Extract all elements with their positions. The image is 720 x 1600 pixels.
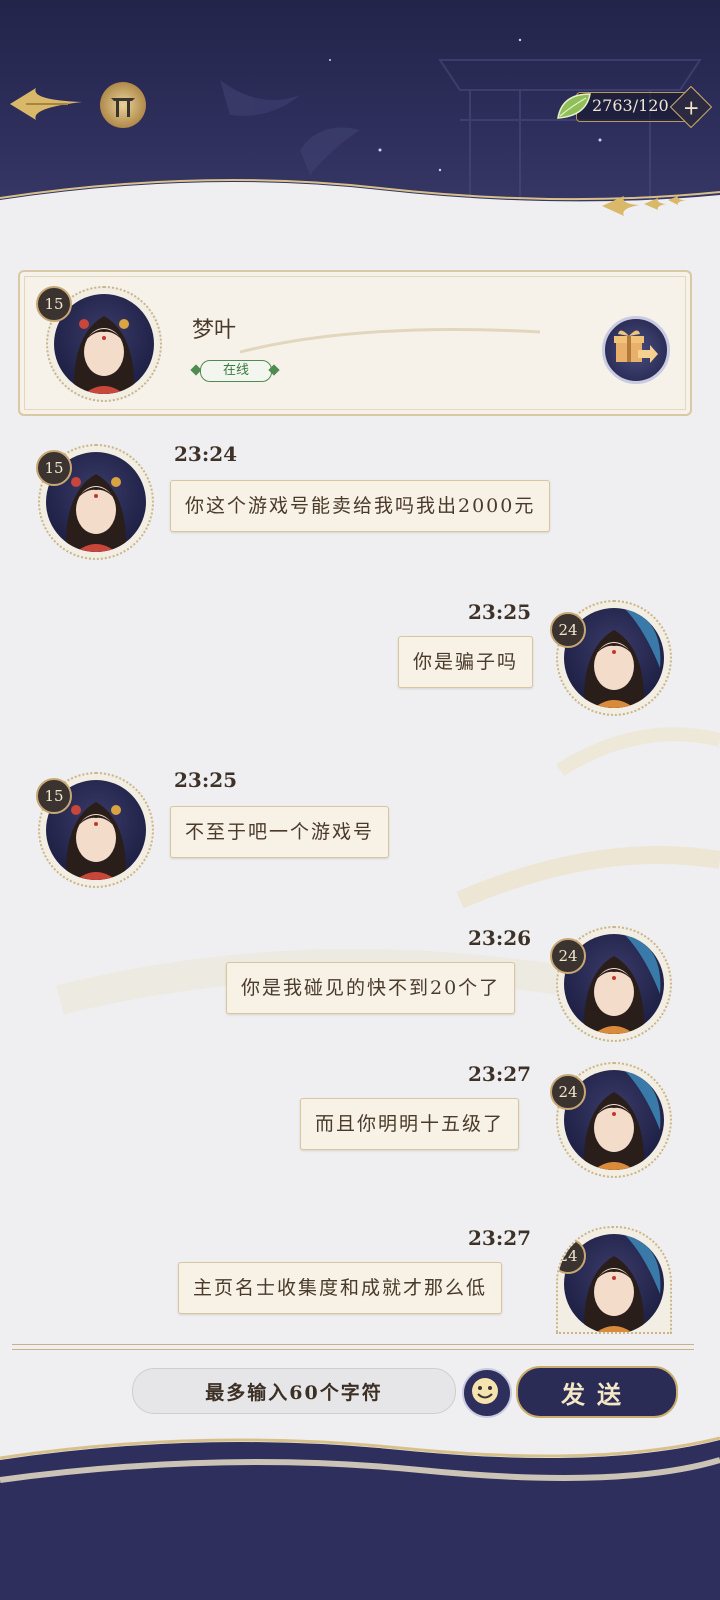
stamina-value: 2763/120: [592, 96, 669, 115]
level-badge: 24: [550, 1074, 586, 1110]
friend-name: 梦叶: [192, 318, 237, 343]
message-timestamp: 23:25: [174, 768, 238, 792]
back-arrow-icon: [10, 88, 82, 120]
send-label: 发送: [561, 1379, 633, 1409]
online-status-label: 在线: [200, 360, 272, 382]
plus-icon: +: [682, 94, 700, 119]
message-bubble: 你是我碰见的快不到20个了: [226, 962, 516, 1014]
home-gate-button[interactable]: [100, 82, 146, 128]
message-bubble: 你是骗子吗: [398, 636, 534, 688]
ink-stroke-decoration: [240, 328, 540, 354]
top-banner: 2763/120 +: [0, 0, 720, 240]
stamina-counter: 2763/120 +: [556, 85, 713, 129]
level-badge: 15: [36, 778, 72, 814]
smiley-icon: [472, 1378, 498, 1404]
friend-profile-card[interactable]: 15 梦叶 在线: [18, 270, 692, 416]
self-avatar[interactable]: 24: [550, 1062, 672, 1178]
send-gift-button[interactable]: [602, 316, 670, 384]
input-placeholder: 最多输入60个字符: [205, 1381, 383, 1404]
online-status-badge: 在线: [190, 360, 280, 382]
self-avatar[interactable]: 24: [550, 926, 672, 1042]
gate-icon: [111, 98, 135, 117]
message-bubble: 你这个游戏号能卖给我吗我出2000元: [170, 480, 551, 532]
friend-avatar[interactable]: 15: [36, 286, 162, 402]
sender-avatar[interactable]: 15: [36, 444, 154, 560]
message-timestamp: 23:26: [468, 926, 532, 950]
message-bubble: 而且你明明十五级了: [300, 1098, 520, 1150]
self-avatar[interactable]: 24: [556, 1226, 672, 1334]
send-button[interactable]: 发送: [516, 1366, 678, 1418]
gift-icon: [614, 330, 658, 363]
self-avatar[interactable]: 24: [550, 600, 672, 716]
message-input[interactable]: 最多输入60个字符: [132, 1368, 456, 1414]
message-timestamp: 23:27: [468, 1226, 532, 1250]
message-timestamp: 23:24: [174, 442, 238, 466]
message-bubble: 不至于吧一个游戏号: [170, 806, 390, 858]
level-badge: 15: [36, 286, 72, 322]
back-button[interactable]: [6, 80, 86, 130]
sender-avatar[interactable]: 15: [36, 772, 154, 888]
gold-swallows-decoration: [602, 196, 686, 216]
message-timestamp: 23:27: [468, 1062, 532, 1086]
chat-divider: [12, 1344, 694, 1350]
level-badge: 24: [550, 612, 586, 648]
level-badge: 15: [36, 450, 72, 486]
bottom-decor-band: [0, 1436, 720, 1600]
emoji-button[interactable]: [462, 1368, 512, 1418]
message-timestamp: 23:25: [468, 600, 532, 624]
level-badge: 24: [550, 938, 586, 974]
leaf-icon: [557, 93, 591, 119]
message-bubble: 主页名士收集度和成就才那么低: [178, 1262, 503, 1314]
